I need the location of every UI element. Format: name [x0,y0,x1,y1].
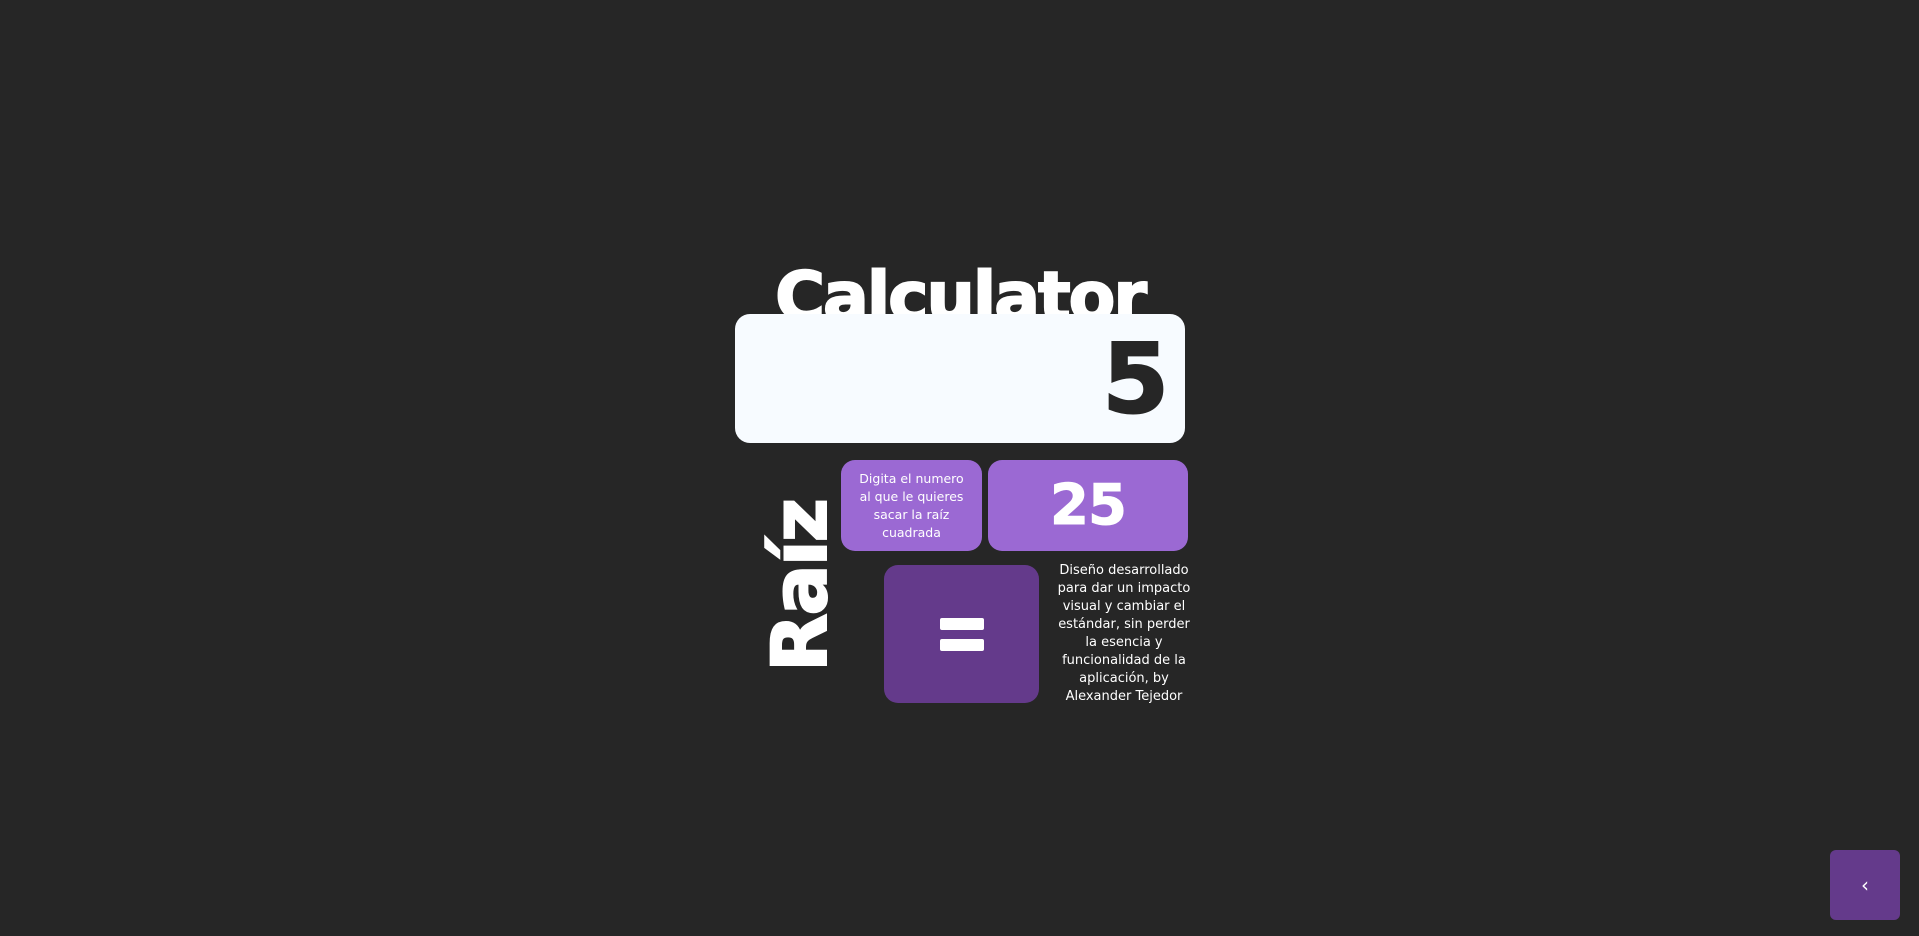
input-hint-text: Digita el numero al que le quieres sacar… [859,470,964,540]
mode-label-root: Raíz [754,499,845,673]
number-input[interactable]: 25 [988,460,1188,551]
back-button[interactable]: ‹ [1830,850,1900,920]
equals-button[interactable] [884,565,1039,703]
result-value: 5 [1101,322,1170,436]
chevron-left-icon: ‹ [1861,873,1869,897]
equals-icon [939,617,984,651]
result-display: 5 [735,314,1185,443]
calculator-page: Calculator 5 Raíz Digita el numero al qu… [0,0,1919,936]
equals-icon-bar-bottom [939,638,984,651]
input-hint: Digita el numero al que le quieres sacar… [841,460,982,551]
equals-icon-bar-top [939,617,984,630]
about-text: Diseño desarrollado para dar un impacto … [1057,563,1191,704]
number-input-value: 25 [1050,473,1128,539]
